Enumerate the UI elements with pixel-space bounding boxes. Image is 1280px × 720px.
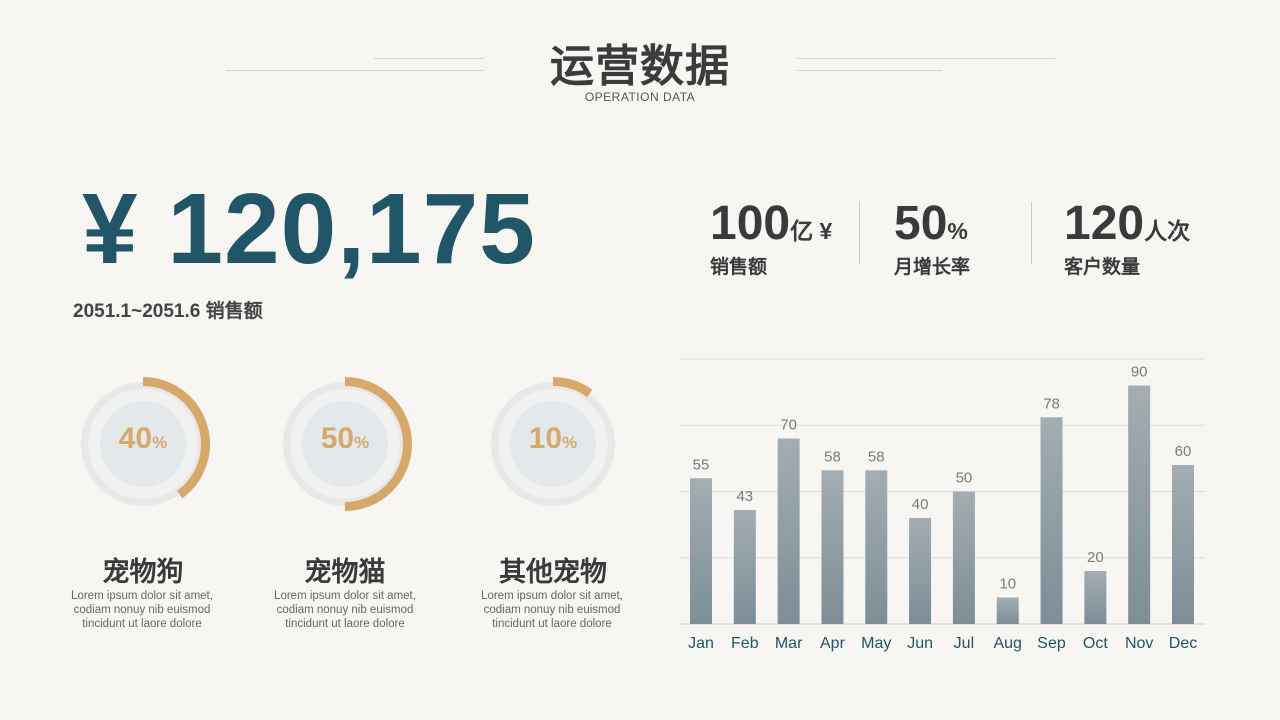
category-name: 宠物猫 (304, 557, 386, 587)
x-tick-label: Dec (1169, 635, 1197, 652)
stat-label: 销售额 (710, 257, 768, 278)
headline-caption: 2051.1~2051.6 销售额 (73, 301, 263, 322)
bar-jul (952, 491, 975, 624)
stat-label: 客户数量 (1064, 257, 1141, 278)
data-label: 90 (1131, 364, 1148, 381)
x-tick-label: Oct (1083, 635, 1108, 652)
bar-nov (1128, 385, 1151, 624)
desc-line: Lorem ipsum dolor sit amet, (71, 590, 213, 602)
x-tick-label: Apr (820, 635, 846, 652)
stat-sales: 100亿 ¥ (710, 196, 832, 251)
percent-sign: % (354, 433, 370, 452)
desc-line: tincidunt ut laore dolore (285, 618, 405, 630)
bar-sep (1040, 417, 1063, 624)
stat-growth: 50% (894, 196, 968, 251)
x-tick-label: May (861, 635, 891, 652)
desc-line: Lorem ipsum dolor sit amet, (481, 590, 623, 602)
x-tick-label: Jul (954, 635, 974, 652)
percent-value: 10 (528, 422, 563, 455)
stat-customers: 120人次 (1064, 196, 1190, 251)
bar-may (865, 470, 888, 624)
x-tick-label: Jan (688, 635, 714, 652)
monthly-bar-chart: 55 Jan 43 Feb 70 Mar 58 Apr 58 May 40 Jun 50 Jul 10 Aug… (679, 358, 1205, 652)
title-rule-right-lower (797, 70, 942, 71)
x-tick-label: Feb (731, 635, 759, 652)
x-tick-label: Mar (775, 635, 803, 652)
bar-jan (690, 478, 712, 624)
bar-oct (1084, 571, 1107, 624)
data-label: 58 (824, 448, 841, 465)
desc-line: codiam nonuy nib euismod (276, 604, 414, 616)
title-rule-left-upper (374, 58, 484, 59)
desc-line: codiam nonuy nib euismod (73, 604, 211, 616)
percent-sign: % (562, 433, 578, 452)
data-label: 70 (780, 417, 797, 434)
bar-jun (909, 518, 932, 624)
donut-percent: 50% (275, 422, 415, 456)
percent-value: 40 (118, 422, 153, 455)
data-label: 78 (1043, 395, 1060, 412)
desc-line: tincidunt ut laore dolore (492, 618, 612, 630)
data-label: 20 (1087, 549, 1104, 566)
page-subtitle: OPERATION DATA (584, 90, 696, 104)
category-name: 其他宠物 (499, 557, 607, 587)
bar-mar (777, 438, 800, 624)
data-label: 40 (912, 496, 929, 513)
desc-line: Lorem ipsum dolor sit amet, (274, 590, 416, 602)
stat-divider (859, 202, 860, 264)
title-rule-right-upper (797, 58, 1055, 59)
stat-unit: 亿 ¥ (790, 218, 833, 244)
headline-amount: ¥ 120,175 (82, 173, 536, 285)
stat-value: 50 (894, 197, 948, 250)
donut-percent: 40% (73, 422, 213, 456)
data-label: 50 (956, 470, 973, 487)
stat-unit: 人次 (1144, 218, 1191, 244)
stat-unit: % (947, 218, 968, 244)
data-label: 55 (693, 456, 710, 473)
data-label: 10 (999, 576, 1016, 593)
bar-aug (996, 597, 1019, 624)
category-description: Lorem ipsum dolor sit amet, codiam nonuy… (245, 589, 445, 631)
category-description: Lorem ipsum dolor sit amet, codiam nonuy… (42, 589, 242, 631)
desc-line: codiam nonuy nib euismod (483, 604, 621, 616)
desc-line: tincidunt ut laore dolore (82, 618, 202, 630)
percent-value: 50 (320, 422, 355, 455)
x-tick-label: Jun (907, 635, 933, 652)
category-name: 宠物狗 (102, 557, 184, 587)
percent-sign: % (152, 433, 168, 452)
stat-value: 100 (710, 197, 791, 250)
stat-divider (1031, 202, 1032, 264)
data-label: 43 (736, 488, 753, 505)
category-description: Lorem ipsum dolor sit amet, codiam nonuy… (452, 589, 652, 631)
bar-dec (1172, 465, 1194, 624)
bar-apr (821, 470, 844, 624)
stat-label: 月增长率 (894, 257, 971, 278)
data-label: 58 (868, 448, 885, 465)
page-title: 运营数据 (550, 42, 730, 91)
x-tick-label: Aug (993, 635, 1021, 652)
data-label: 60 (1175, 443, 1192, 460)
x-tick-label: Nov (1125, 635, 1153, 652)
x-tick-label: Sep (1037, 635, 1066, 652)
donut-percent: 10% (483, 422, 623, 456)
title-rule-left-lower (226, 70, 484, 71)
stat-value: 120 (1064, 197, 1145, 250)
bar-feb (733, 510, 756, 624)
